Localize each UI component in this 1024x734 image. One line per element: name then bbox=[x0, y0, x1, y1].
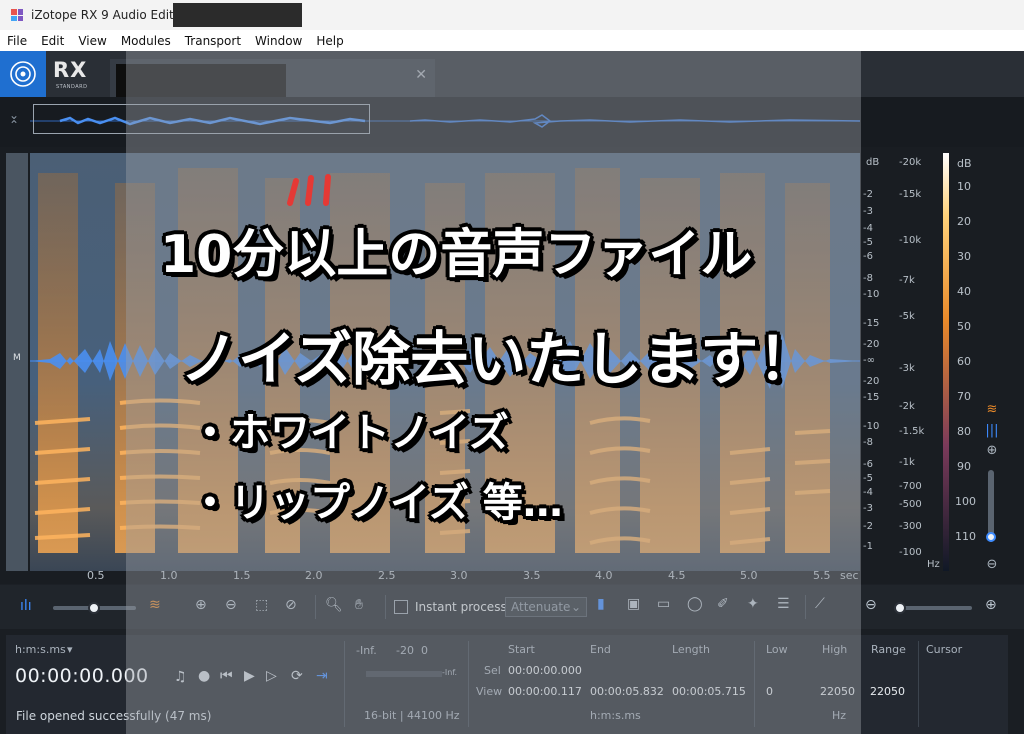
hz-tick: -2k bbox=[899, 401, 915, 412]
timeline-zoom-knob[interactable] bbox=[894, 602, 906, 614]
db-tick: -20 bbox=[863, 339, 880, 350]
view-range-value[interactable]: 22050 bbox=[870, 685, 905, 698]
spectrogram-view-icon[interactable]: ≋ bbox=[982, 402, 1002, 418]
promo-headline-1: 10分以上の音声ファイル bbox=[160, 225, 753, 285]
collapse-overview-icon[interactable]: ⌄ ⌃ bbox=[9, 109, 19, 131]
meter-unit-label: dB bbox=[957, 157, 972, 170]
hz-tick: -100 bbox=[899, 547, 922, 558]
emphasis-marks bbox=[287, 174, 331, 206]
db-tick: -5 bbox=[863, 473, 873, 484]
db-tick: -10 bbox=[863, 289, 880, 300]
meter-scale: dB 10 20 30 40 50 60 70 80 90 100 110 bbox=[955, 153, 985, 583]
hz-tick: -5k bbox=[899, 311, 915, 322]
hz-unit-label: Hz bbox=[927, 559, 940, 570]
db-unit-label: dB bbox=[866, 157, 880, 168]
promo-bullet-1: ・ホワイトノイズ bbox=[190, 410, 509, 456]
col-range: Range bbox=[871, 643, 906, 656]
db-tick: -6 bbox=[863, 459, 873, 470]
hz-tick: -20k bbox=[899, 157, 922, 168]
hz-tick: -500 bbox=[899, 499, 922, 510]
promo-headline-2: ノイズ除去いたします！ bbox=[180, 325, 817, 393]
menu-transport[interactable]: Transport bbox=[178, 34, 248, 48]
waveform-blend-knob[interactable] bbox=[88, 602, 100, 614]
meter-tick: 110 bbox=[955, 530, 976, 543]
time-tick: 0.5 bbox=[87, 569, 105, 582]
meter-tick: 40 bbox=[957, 285, 971, 298]
meter-tick: 10 bbox=[957, 180, 971, 193]
zoom-out-vertical-icon[interactable]: ⊖ bbox=[982, 557, 1002, 573]
hz-tick: -300 bbox=[899, 521, 922, 532]
hz-tick: -15k bbox=[899, 189, 922, 200]
chevron-down-icon[interactable]: ▾ bbox=[67, 643, 73, 656]
db-tick: -15 bbox=[863, 392, 880, 403]
promo-bullet-2: ・リップノイズ 等… bbox=[190, 480, 563, 526]
zoom-in-vertical-icon[interactable]: ⊕ bbox=[982, 443, 1002, 459]
hz-tick: -700 bbox=[899, 481, 922, 492]
menu-modules[interactable]: Modules bbox=[114, 34, 178, 48]
db-tick: -6 bbox=[863, 251, 873, 262]
window-title-bar: iZotope RX 9 Audio Editor bbox=[0, 0, 1024, 30]
hz-tick: -1.5k bbox=[899, 426, 925, 437]
frequency-scale: -20k -15k -10k -7k -5k -3k -2k -1.5k -1k… bbox=[899, 153, 941, 577]
db-tick: -2 bbox=[863, 189, 873, 200]
db-tick: -4 bbox=[863, 487, 873, 498]
waveform-view-icon[interactable]: ||| bbox=[982, 423, 1002, 439]
menu-window[interactable]: Window bbox=[248, 34, 309, 48]
waveform-toggle-icon[interactable]: ılı bbox=[20, 598, 32, 614]
timeline-zoom-out-icon[interactable]: ⊖ bbox=[865, 597, 877, 613]
vertical-zoom-knob[interactable] bbox=[986, 532, 996, 542]
meter-tick: 60 bbox=[957, 355, 971, 368]
meter-tick: 80 bbox=[957, 425, 971, 438]
db-tick: -20 bbox=[863, 376, 880, 387]
redacted-filename bbox=[173, 3, 302, 27]
menu-file[interactable]: File bbox=[0, 34, 34, 48]
izotope-logo[interactable] bbox=[0, 51, 46, 97]
time-format-selector[interactable]: h:m:s.ms bbox=[15, 643, 66, 656]
db-tick: -2 bbox=[863, 521, 873, 532]
hz-tick: -1k bbox=[899, 457, 915, 468]
db-tick: -3 bbox=[863, 206, 873, 217]
izotope-logo-icon bbox=[10, 61, 36, 87]
meter-tick: 100 bbox=[955, 495, 976, 508]
hz-tick: -10k bbox=[899, 235, 922, 246]
db-tick: -5 bbox=[863, 237, 873, 248]
menu-view[interactable]: View bbox=[71, 34, 113, 48]
db-tick: -1 bbox=[863, 541, 873, 552]
db-tick: -15 bbox=[863, 318, 880, 329]
hz-tick: -3k bbox=[899, 363, 915, 374]
meter-tick: 90 bbox=[957, 460, 971, 473]
app-icon bbox=[11, 9, 23, 21]
menu-help[interactable]: Help bbox=[309, 34, 350, 48]
timeline-zoom-in-icon[interactable]: ⊕ bbox=[985, 597, 997, 613]
meter-tick: 20 bbox=[957, 215, 971, 228]
rx-edition: STANDARD bbox=[56, 84, 88, 90]
hz-tick: -7k bbox=[899, 275, 915, 286]
db-tick: -8 bbox=[863, 273, 873, 284]
channel-label: M bbox=[13, 353, 21, 363]
meter-tick: 30 bbox=[957, 250, 971, 263]
app-window: iZotope RX 9 Audio Editor File Edit View… bbox=[0, 0, 1024, 734]
db-tick: -10 bbox=[863, 421, 880, 432]
meter-tick: 70 bbox=[957, 390, 971, 403]
window-title: iZotope RX 9 Audio Editor bbox=[31, 8, 187, 22]
db-tick: -3 bbox=[863, 503, 873, 514]
col-cursor: Cursor bbox=[926, 643, 963, 656]
rx-brand: RX bbox=[53, 58, 88, 82]
panel-divider bbox=[918, 641, 919, 727]
db-scale: dB -2 -3 -4 -5 -6 -8 -10 -15 -20 -∞ -20 … bbox=[863, 153, 897, 577]
menu-edit[interactable]: Edit bbox=[34, 34, 71, 48]
meter-tick: 50 bbox=[957, 320, 971, 333]
db-tick: -4 bbox=[863, 223, 873, 234]
color-level-meter bbox=[943, 153, 949, 571]
menu-bar: File Edit View Modules Transport Window … bbox=[0, 30, 1024, 51]
db-tick: -8 bbox=[863, 437, 873, 448]
db-tick: -∞ bbox=[863, 355, 875, 366]
